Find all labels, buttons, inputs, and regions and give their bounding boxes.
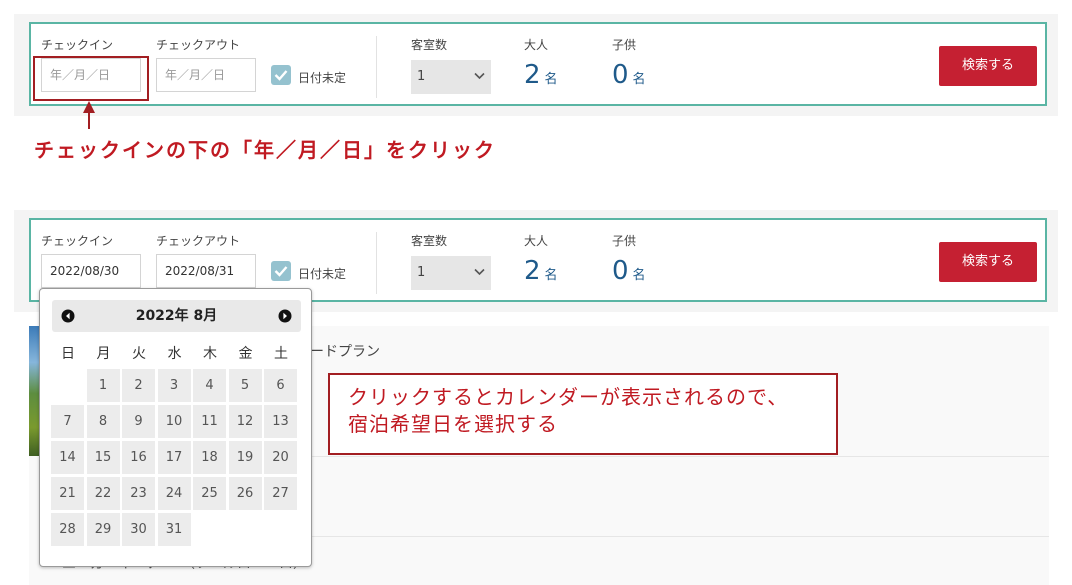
adults-count[interactable]: 2名: [524, 256, 558, 286]
rooms-value: 1: [417, 69, 426, 84]
weekday-header: 水: [167, 346, 182, 362]
checkout-label: チェックアウト: [156, 38, 241, 52]
children-label: 子供: [612, 38, 637, 52]
up-arrow-icon: [83, 101, 95, 129]
calendar-day[interactable]: 2: [122, 369, 155, 402]
calendar-day[interactable]: 20: [264, 441, 297, 474]
chevron-down-icon: [474, 72, 485, 80]
rooms-select[interactable]: 1: [411, 256, 491, 290]
calendar-day[interactable]: 22: [86, 477, 120, 510]
calendar-header: 2022年 8月: [52, 300, 301, 332]
search-button[interactable]: 検索する: [939, 242, 1037, 282]
calendar-day[interactable]: 18: [193, 441, 226, 474]
children-value: 0: [612, 256, 629, 286]
step2-instruction: クリックするとカレンダーが表示されるので、 宿泊希望日を選択する: [328, 373, 838, 455]
date-undecided-label: 日付未定: [298, 267, 347, 281]
checkmark-icon: [274, 70, 288, 81]
step2-line1: クリックするとカレンダーが表示されるので、: [348, 385, 789, 409]
divider: [376, 232, 377, 294]
rooms-value: 1: [417, 265, 426, 280]
children-value: 0: [612, 60, 629, 90]
children-label: 子供: [612, 234, 637, 248]
weekday-header: 日: [61, 346, 75, 362]
calendar-day[interactable]: 21: [51, 477, 84, 510]
calendar-day[interactable]: 27: [264, 477, 297, 510]
calendar-day[interactable]: 30: [122, 513, 155, 546]
calendar-day[interactable]: 24: [157, 477, 191, 510]
checkin-highlight-box: [33, 56, 149, 101]
children-unit: 名: [632, 72, 646, 87]
checkin-label: チェックイン: [41, 38, 114, 52]
calendar-day[interactable]: 11: [193, 405, 226, 438]
calendar-day[interactable]: 8: [86, 405, 120, 438]
step1-instruction: チェックインの下の「年／月／日」をクリック: [34, 138, 496, 162]
calendar-day[interactable]: 17: [157, 441, 191, 474]
checkout-label: チェックアウト: [156, 234, 241, 248]
calendar-day[interactable]: 5: [228, 369, 262, 402]
calendar-day[interactable]: 16: [122, 441, 155, 474]
rooms-select[interactable]: 1: [411, 60, 491, 94]
adults-unit: 名: [544, 72, 558, 87]
search-bar: チェックイン チェックアウト 年／月／日 年／月／日 日付未定 客室数 1 大人…: [29, 22, 1047, 106]
checkout-date-input[interactable]: 年／月／日: [156, 58, 256, 92]
rooms-label: 客室数: [411, 234, 448, 248]
checkmark-icon: [274, 266, 288, 277]
calendar-day[interactable]: 4: [193, 369, 226, 402]
step2-line2: 宿泊希望日を選択する: [348, 412, 558, 436]
weekday-header: 木: [203, 346, 217, 362]
calendar-day[interactable]: 31: [157, 513, 191, 546]
adults-value: 2: [524, 60, 541, 90]
children-count[interactable]: 0名: [612, 60, 646, 90]
date-undecided-checkbox[interactable]: [271, 65, 291, 85]
rooms-label: 客室数: [411, 38, 448, 52]
weekday-header: 月: [96, 346, 111, 362]
weekday-header: 金: [238, 346, 253, 362]
calendar-day[interactable]: 23: [122, 477, 155, 510]
calendar-month-title: 2022年 8月: [135, 308, 218, 324]
calendar-day[interactable]: 13: [264, 405, 297, 438]
weekday-header: 土: [274, 346, 288, 362]
adults-value: 2: [524, 256, 541, 286]
checkin-label: チェックイン: [41, 234, 114, 248]
search-button[interactable]: 検索する: [939, 46, 1037, 86]
list-divider: [312, 456, 1049, 457]
calendar-day[interactable]: 28: [51, 513, 84, 546]
calendar-day[interactable]: 15: [86, 441, 120, 474]
calendar-day[interactable]: 14: [51, 441, 84, 474]
list-divider: [312, 536, 1049, 537]
date-undecided-label: 日付未定: [298, 71, 347, 85]
calendar-day[interactable]: 3: [157, 369, 191, 402]
children-count[interactable]: 0名: [612, 256, 646, 286]
calendar-day[interactable]: 29: [86, 513, 120, 546]
divider: [376, 36, 377, 98]
date-undecided-checkbox[interactable]: [271, 261, 291, 281]
checkin-date-input[interactable]: 2022/08/30: [41, 254, 141, 288]
calendar-day[interactable]: 1: [86, 369, 120, 402]
calendar-day[interactable]: 7: [51, 405, 84, 438]
plan-name[interactable]: ードプラン: [310, 341, 380, 361]
calendar-day[interactable]: 9: [122, 405, 155, 438]
calendar-day[interactable]: 10: [157, 405, 191, 438]
weekday-header: 火: [132, 346, 146, 362]
calendar-day[interactable]: 12: [228, 405, 262, 438]
calendar-day[interactable]: 26: [228, 477, 262, 510]
adults-count[interactable]: 2名: [524, 60, 558, 90]
next-month-icon[interactable]: [278, 309, 292, 323]
adults-label: 大人: [524, 234, 549, 248]
calendar-day[interactable]: 19: [228, 441, 262, 474]
chevron-down-icon: [474, 268, 485, 276]
calendar-day[interactable]: 6: [264, 369, 297, 402]
adults-unit: 名: [544, 268, 558, 283]
children-unit: 名: [632, 268, 646, 283]
date-picker: 2022年 8月 日月火水木金土 1 2 3 4 5 6 7 8 9 10 11 12 13 14 15 16 1…: [39, 288, 312, 567]
calendar-day[interactable]: 25: [193, 477, 226, 510]
adults-label: 大人: [524, 38, 549, 52]
checkout-date-input[interactable]: 2022/08/31: [156, 254, 256, 288]
